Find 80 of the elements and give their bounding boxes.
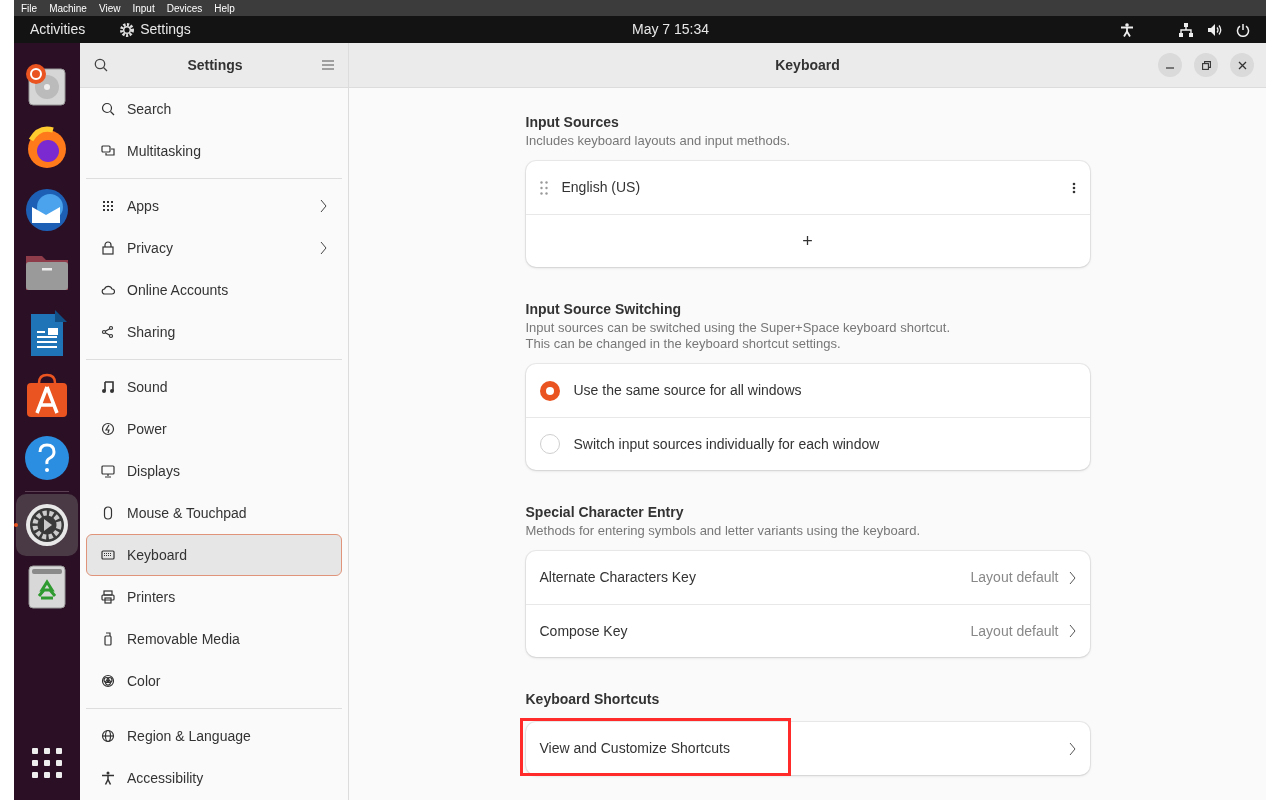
share-icon	[101, 325, 115, 339]
windows-icon	[101, 144, 115, 158]
input-source-label: English (US)	[561, 178, 642, 197]
sidebar-item[interactable]: Search	[86, 88, 342, 130]
radio-button[interactable]	[539, 380, 560, 401]
search-icon	[101, 102, 115, 116]
settings-row[interactable]: Compose Key Layout default	[525, 604, 1090, 657]
volume-icon[interactable]	[1207, 22, 1222, 37]
color-wheel-icon	[101, 674, 115, 688]
sidebar-item[interactable]: Sharing	[86, 311, 342, 353]
restore-button[interactable]	[1194, 53, 1218, 77]
minimize-button[interactable]	[1158, 53, 1182, 77]
printer-icon	[101, 590, 115, 604]
power-icon[interactable]	[1236, 22, 1250, 37]
app-menu[interactable]: Settings	[140, 19, 191, 40]
section-heading: Keyboard Shortcuts	[525, 690, 661, 709]
sidebar-item[interactable]: Printers	[86, 576, 342, 618]
window-title: Keyboard	[775, 55, 840, 75]
sidebar-item[interactable]: Multitasking	[86, 130, 342, 172]
chevron-right-icon	[1068, 624, 1076, 638]
radio-option[interactable]: Switch input sources individually for each window	[525, 417, 1090, 470]
section-heading: Input Source Switching	[525, 300, 683, 319]
accessibility-icon[interactable]	[1121, 22, 1133, 37]
cloud-icon	[101, 283, 115, 297]
search-icon[interactable]	[94, 58, 108, 72]
usb-drive-icon	[101, 632, 115, 646]
menu-item[interactable]: View	[98, 0, 121, 16]
restore-icon	[1201, 60, 1211, 70]
row-value: Layout default	[970, 621, 1059, 641]
chevron-right-icon	[1068, 741, 1076, 756]
menu-item[interactable]: Input	[132, 0, 155, 16]
section-description: Input sources can be switched using the Super+Space keyboard shortcut.	[525, 320, 952, 336]
sidebar-item[interactable]: Power	[86, 408, 342, 450]
section-description: Includes keyboard layouts and input methods.	[525, 133, 791, 149]
menu-item[interactable]: Machine	[49, 0, 87, 16]
globe-icon	[101, 729, 115, 743]
close-icon	[1237, 60, 1247, 70]
radio-option[interactable]: Use the same source for all windows	[525, 364, 1090, 417]
settings-row[interactable]: Alternate Characters Key Layout default	[525, 551, 1090, 604]
sidebar-item[interactable]: Region & Language	[86, 715, 342, 757]
accessibility-icon	[101, 771, 115, 785]
menu-item[interactable]: Help	[214, 0, 235, 16]
monitor-icon	[101, 464, 115, 478]
app-grid-icon[interactable]	[32, 748, 62, 778]
gear-icon	[119, 21, 136, 38]
sidebar-item[interactable]: Keyboard	[86, 534, 342, 576]
settings-row[interactable]: View and Customize Shortcuts	[525, 722, 1090, 775]
sidebar-item[interactable]: Online Accounts	[86, 269, 342, 311]
power-icon	[101, 422, 115, 436]
sidebar-item[interactable]: Privacy	[86, 227, 342, 269]
section-description: This can be changed in the keyboard shortcut settings.	[525, 336, 842, 352]
music-note-icon	[101, 380, 115, 394]
section-heading: Input Sources	[525, 113, 620, 132]
more-options-icon[interactable]	[1071, 181, 1076, 194]
grid-icon	[101, 199, 115, 213]
sidebar-item[interactable]: Color	[86, 660, 342, 702]
network-icon[interactable]	[1179, 22, 1193, 37]
radio-button[interactable]	[539, 434, 560, 454]
sidebar-item[interactable]: Displays	[86, 450, 342, 492]
keyboard-icon	[101, 548, 115, 562]
add-button[interactable]: +	[798, 227, 817, 255]
sidebar-item[interactable]: Apps	[86, 185, 342, 227]
activities-button[interactable]: Activities	[30, 19, 86, 40]
menu-item[interactable]: File	[21, 0, 38, 16]
sidebar-title: Settings	[186, 55, 244, 75]
sidebar-item[interactable]: Removable Media	[86, 618, 342, 660]
row-value: Layout default	[970, 568, 1059, 587]
close-button[interactable]	[1230, 53, 1254, 77]
sidebar-item[interactable]: Mouse & Touchpad	[86, 492, 342, 534]
section-description: Methods for entering symbols and letter variants using the keyboard.	[525, 523, 922, 539]
settings-icon[interactable]	[16, 494, 78, 556]
chevron-right-icon	[1068, 570, 1076, 585]
drag-handle-icon[interactable]	[539, 180, 548, 195]
section-heading: Special Character Entry	[525, 503, 685, 522]
lock-icon	[101, 241, 115, 255]
menu-item[interactable]: Devices	[166, 0, 203, 16]
sidebar-item[interactable]: Sound	[86, 366, 342, 408]
clock[interactable]: May 7 15:34	[632, 19, 710, 40]
mouse-icon	[101, 506, 115, 520]
sidebar-item[interactable]: Accessibility	[86, 757, 342, 799]
